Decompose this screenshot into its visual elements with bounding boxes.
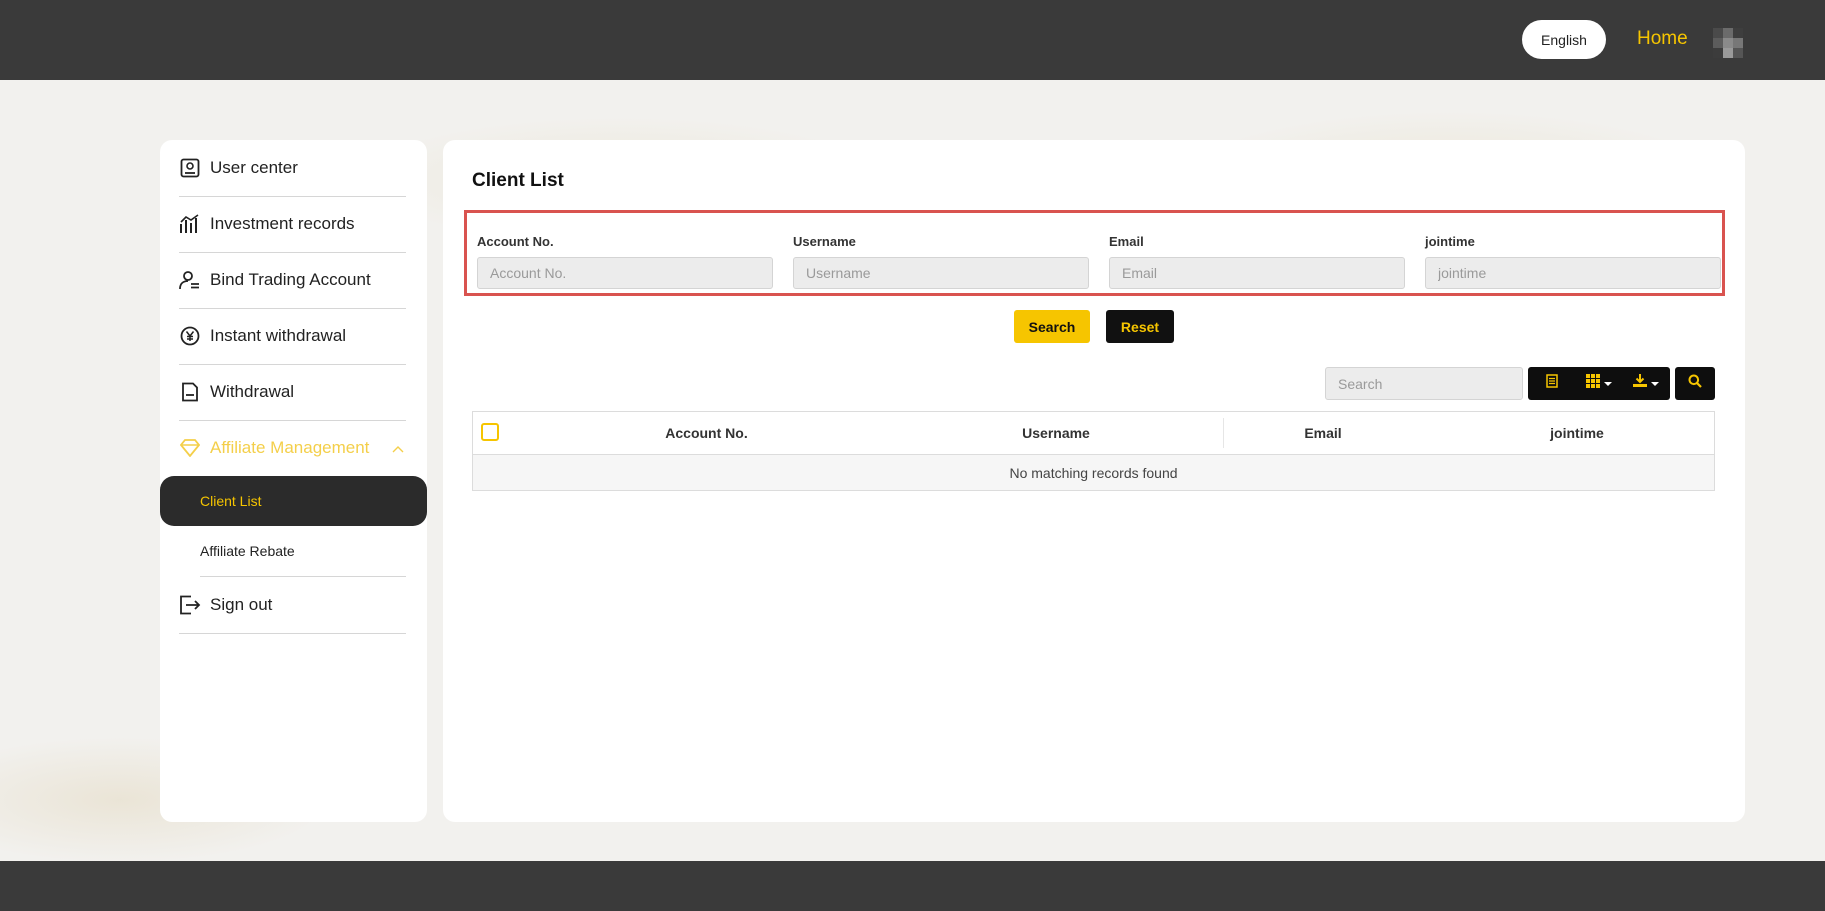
sidebar-item-withdrawal[interactable]: Withdrawal <box>179 364 406 421</box>
column-header-username[interactable]: Username <box>906 412 1206 454</box>
avatar[interactable] <box>1713 28 1743 58</box>
sidebar-item-label: Investment records <box>210 214 355 233</box>
filter-label: Email <box>1109 234 1144 249</box>
search-icon <box>1688 374 1702 393</box>
empty-table-message: No matching records found <box>473 455 1714 490</box>
jointime-input[interactable] <box>1425 257 1721 289</box>
sidebar-item-investment-records[interactable]: Investment records <box>179 196 406 253</box>
columns-dropdown-button[interactable] <box>1575 367 1622 400</box>
page-title: Client List <box>472 170 564 191</box>
sidebar-subitem-label: Affiliate Rebate <box>200 543 295 559</box>
sidebar-item-sign-out[interactable]: Sign out <box>179 577 406 634</box>
sidebar-subitem-label: Client List <box>200 493 262 509</box>
sidebar-item-label: Instant withdrawal <box>210 326 347 345</box>
filter-label: Username <box>793 234 856 249</box>
table-toolbar <box>1528 367 1670 400</box>
caret-down-icon <box>1603 381 1612 386</box>
table-search-input[interactable] <box>1325 367 1523 400</box>
chart-icon <box>179 213 201 235</box>
sidebar-item-user-center[interactable]: User center <box>179 140 406 197</box>
sidebar-item-bind-trading-account[interactable]: Bind Trading Account <box>179 252 406 309</box>
table-search-button[interactable] <box>1675 367 1715 400</box>
email-input[interactable] <box>1109 257 1405 289</box>
chevron-up-icon <box>392 438 404 458</box>
list-view-icon <box>1545 374 1558 393</box>
sidebar-item-label: User center <box>210 158 298 177</box>
sidebar-item-affiliate-management[interactable]: Affiliate Management <box>179 420 406 476</box>
filter-label: Account No. <box>477 234 554 249</box>
sidebar-item-instant-withdrawal[interactable]: Instant withdrawal <box>179 308 406 365</box>
reset-button[interactable]: Reset <box>1106 310 1174 343</box>
sign-out-icon <box>179 594 201 616</box>
column-header-jointime[interactable]: jointime <box>1440 412 1714 454</box>
filter-label: jointime <box>1425 234 1475 249</box>
column-header-account-no[interactable]: Account No. <box>507 412 906 454</box>
sidebar-subitem-affiliate-rebate[interactable]: Affiliate Rebate <box>200 526 406 577</box>
download-icon <box>1633 374 1648 393</box>
account-no-input[interactable] <box>477 257 773 289</box>
export-dropdown-button[interactable] <box>1623 367 1670 400</box>
column-header-email[interactable]: Email <box>1206 412 1440 454</box>
user-card-icon <box>179 157 201 179</box>
sidebar-subitem-client-list[interactable]: Client List <box>160 476 427 526</box>
main-panel: Client List Account No. Username Email j… <box>443 140 1745 822</box>
username-input[interactable] <box>793 257 1089 289</box>
footer <box>0 861 1825 911</box>
grid-icon <box>1585 374 1600 393</box>
search-button[interactable]: Search <box>1014 310 1090 343</box>
sidebar-item-label: Sign out <box>210 595 273 614</box>
sidebar-item-label: Bind Trading Account <box>210 270 371 289</box>
sidebar-item-label: Affiliate Management <box>210 438 370 457</box>
language-button[interactable]: English <box>1522 20 1606 59</box>
client-table: Account No. Username Email jointime No m… <box>472 411 1715 491</box>
sidebar: User center Investment records Bind Trad… <box>160 140 427 822</box>
table-header: Account No. Username Email jointime <box>473 412 1714 455</box>
yen-coin-icon <box>179 325 201 347</box>
filter-form: Account No. Username Email jointime <box>464 210 1725 296</box>
sidebar-item-label: Withdrawal <box>210 382 295 401</box>
user-bind-icon <box>179 269 201 291</box>
select-all-checkbox[interactable] <box>481 423 499 441</box>
caret-down-icon <box>1651 381 1660 386</box>
top-navbar: English Home <box>0 0 1825 80</box>
diamond-icon <box>179 437 201 459</box>
home-link[interactable]: Home <box>1637 28 1688 50</box>
toggle-view-button[interactable] <box>1528 367 1575 400</box>
document-icon <box>179 381 201 403</box>
